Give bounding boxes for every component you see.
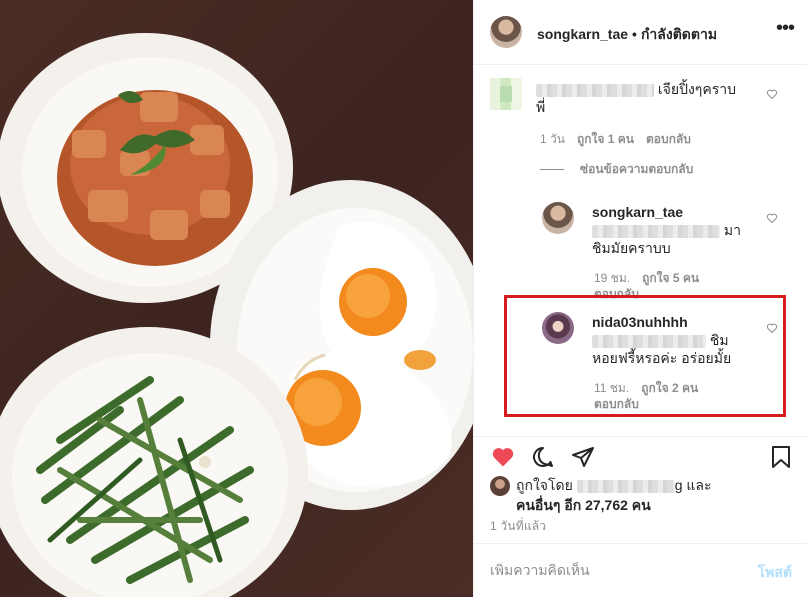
liked-by-avatar[interactable] [490, 476, 510, 497]
bookmark-icon[interactable] [769, 445, 793, 469]
heart-filled-icon[interactable] [490, 445, 516, 469]
hide-replies-button[interactable]: ซ่อนข้อความตอบกลับ [540, 160, 693, 179]
more-options-icon[interactable]: ••• [776, 18, 795, 38]
comment-text-line1: เจียปิ้งๆคราบ [657, 81, 736, 97]
reply-username[interactable]: songkarn_tae [592, 204, 683, 220]
liked-by-name-suffix[interactable]: g [675, 477, 683, 493]
blurred-text [536, 83, 654, 97]
reply-time[interactable]: 19 ชม. [594, 271, 630, 285]
reply-button[interactable]: ตอบกลับ [646, 132, 691, 146]
reply-avatar-songkarn[interactable] [542, 202, 574, 234]
heart-outline-icon[interactable] [766, 88, 778, 100]
author-avatar[interactable] [490, 16, 522, 48]
reply-text-line2: ชิมมัยคราบบ [592, 240, 671, 256]
action-bar [474, 436, 807, 477]
hide-replies-label: ซ่อนข้อความตอบกลับ [580, 162, 694, 176]
separator-dot: • [632, 26, 637, 42]
comment-likes[interactable]: ถูกใจ 1 คน [577, 132, 634, 146]
highlight-box [504, 295, 786, 417]
comment-input[interactable] [490, 562, 730, 578]
header-user-line: songkarn_tae • กำลังติดตาม [537, 24, 717, 46]
reply-likes[interactable]: ถูกใจ 5 คน [642, 271, 699, 285]
post-photo[interactable] [0, 0, 473, 597]
replies-line [540, 169, 564, 171]
liked-by-others[interactable]: คนอื่นๆ อีก 27,762 คน [516, 497, 651, 513]
reply-text-line1: มา [723, 222, 741, 238]
liked-by-prefix: ถูกใจโดย [516, 477, 573, 493]
liked-by-line: ถูกใจโดย g และ คนอื่นๆ อีก 27,762 คน [490, 476, 712, 514]
post-header: songkarn_tae • กำลังติดตาม ••• [474, 0, 807, 65]
heart-outline-icon[interactable] [766, 212, 778, 224]
commenter-avatar-pixelated[interactable] [490, 78, 522, 110]
follow-status[interactable]: กำลังติดตาม [641, 26, 717, 42]
reply-text: songkarn_tae มา ชิมมัยคราบบ [592, 203, 777, 257]
blurred-text [592, 224, 720, 238]
post-time[interactable]: 1 วันที่แล้ว [490, 517, 546, 536]
comment-text-line2: พี่ [536, 99, 546, 115]
blurred-text [576, 479, 675, 493]
comment-icon[interactable] [530, 445, 556, 469]
comment-time[interactable]: 1 วัน [540, 132, 565, 146]
add-comment-section: โพสต์ [474, 543, 807, 598]
share-icon[interactable] [570, 445, 596, 469]
food-photo-illustration [0, 33, 473, 597]
liked-by-and: และ [686, 477, 712, 493]
post-button[interactable]: โพสต์ [758, 562, 792, 584]
comment-meta: 1 วัน ถูกใจ 1 คน ตอบกลับ [540, 130, 703, 149]
author-username[interactable]: songkarn_tae [537, 26, 628, 42]
comment-text: เจียปิ้งๆคราบ พี่ [536, 80, 776, 116]
